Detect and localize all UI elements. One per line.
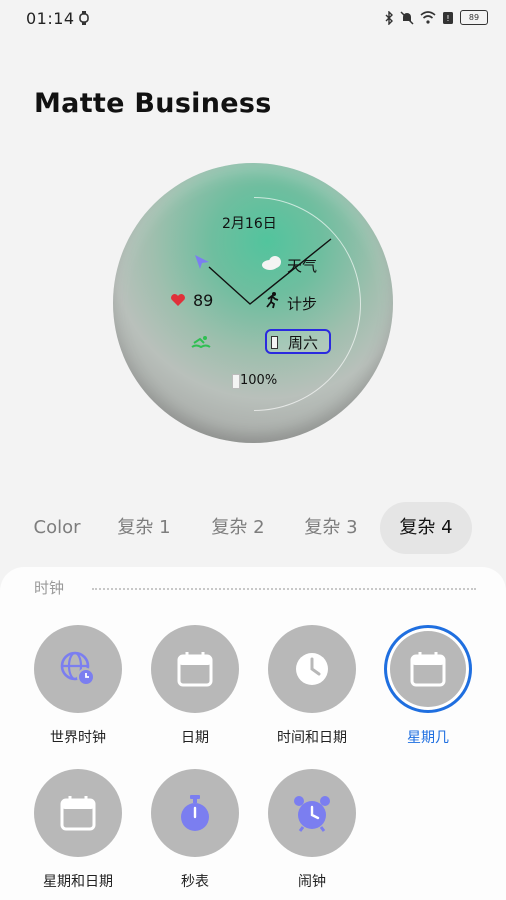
mute-icon <box>400 10 414 25</box>
option-label: 时间和日期 <box>277 730 347 746</box>
option-circle <box>151 769 239 857</box>
heart-icon <box>171 294 185 306</box>
watch-status-icon <box>79 11 89 25</box>
signal-icon: ! <box>443 11 453 24</box>
option-label: 星期几 <box>407 730 449 746</box>
option-date[interactable]: 日期 <box>140 625 250 747</box>
running-icon <box>266 292 279 309</box>
clock-hands <box>208 238 332 305</box>
option-circle <box>384 625 472 713</box>
calendar-icon <box>410 652 446 687</box>
calendar-icon <box>60 796 96 831</box>
weekday-marker <box>271 336 278 349</box>
watch-weather: 天气 <box>287 257 318 275</box>
page-title: Matte Business <box>34 88 272 119</box>
option-circle <box>34 769 122 857</box>
option-alarm[interactable]: 闹钟 <box>257 769 367 891</box>
status-icons: ! 89 <box>384 10 488 25</box>
option-circle <box>268 769 356 857</box>
option-circle <box>268 625 356 713</box>
svg-text:!: ! <box>446 14 449 23</box>
watch-date: 2月16日 <box>222 216 277 232</box>
option-weekday-and-date[interactable]: 星期和日期 <box>23 769 133 891</box>
option-label: 闹钟 <box>298 874 326 890</box>
clock-icon <box>296 653 328 685</box>
watch-battery: 100% <box>240 373 278 388</box>
tab-complication-2[interactable]: 复杂 2 <box>197 502 279 554</box>
tab-complication-1[interactable]: 复杂 1 <box>103 502 185 554</box>
tab-complication-3[interactable]: 复杂 3 <box>290 502 372 554</box>
weather-icon <box>262 256 281 270</box>
option-circle <box>34 625 122 713</box>
status-bar: 01:14 ! 89 <box>0 0 506 36</box>
weekday-complication[interactable]: 周六 <box>265 329 331 354</box>
calendar-icon <box>177 652 213 687</box>
option-weekday[interactable]: 星期几 <box>373 625 483 747</box>
section-divider <box>92 588 476 590</box>
option-time-and-date[interactable]: 时间和日期 <box>257 625 367 747</box>
battery-bar-icon <box>232 374 240 389</box>
option-world-clock[interactable]: 世界时钟 <box>23 625 133 747</box>
option-label: 世界时钟 <box>50 730 106 746</box>
battery-icon: 89 <box>460 10 488 25</box>
globe-clock-icon <box>60 651 95 686</box>
bluetooth-icon <box>385 10 393 25</box>
wifi-icon <box>420 11 436 24</box>
option-label: 日期 <box>181 730 209 746</box>
swimming-icon <box>191 336 211 349</box>
status-time: 01:14 <box>26 9 75 28</box>
option-circle <box>151 625 239 713</box>
complication-tabs: Color 复杂 1 复杂 2 复杂 3 复杂 4 <box>0 502 506 554</box>
option-stopwatch[interactable]: 秒表 <box>140 769 250 891</box>
watch-steps: 计步 <box>287 295 318 313</box>
watch-face-preview: 2月16日 天气 89 计步 周六 100% <box>113 163 393 443</box>
app-icon <box>195 255 209 269</box>
option-label: 秒表 <box>181 874 209 890</box>
section-label: 时钟 <box>34 579 65 597</box>
tab-color[interactable]: Color <box>28 502 86 554</box>
option-label: 星期和日期 <box>43 874 113 890</box>
battery-level: 89 <box>468 13 480 22</box>
alarm-clock-icon <box>294 796 330 832</box>
tab-complication-4[interactable]: 复杂 4 <box>380 502 472 554</box>
watch-weekday: 周六 <box>288 334 319 352</box>
watch-heart-rate: 89 <box>193 291 214 310</box>
stopwatch-icon <box>181 795 209 831</box>
